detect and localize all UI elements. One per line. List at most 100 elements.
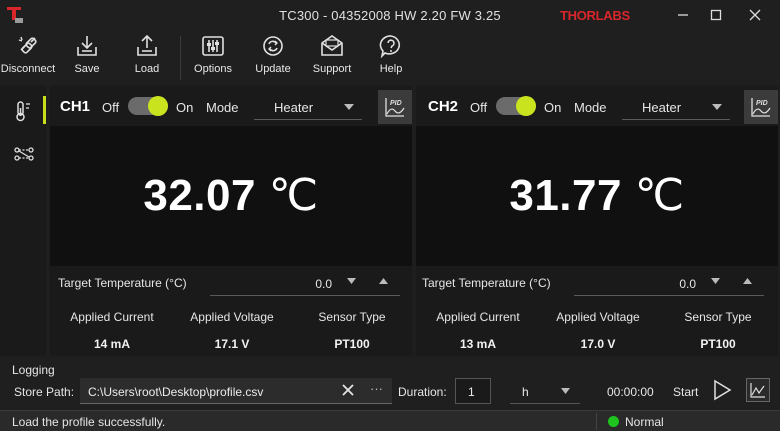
channel-2-target-label: Target Temperature (°C) (422, 276, 551, 290)
envelope-icon (321, 35, 343, 56)
update-button[interactable]: Update (250, 32, 296, 82)
channel-2-target-value: 0.0 (679, 277, 696, 291)
channel-1-sensor-label: Sensor Type (318, 310, 386, 324)
support-button[interactable]: Support (308, 32, 356, 82)
play-icon (714, 379, 732, 401)
nav-active-indicator (43, 96, 46, 124)
channel-1-name: CH1 (60, 98, 91, 115)
close-icon (749, 9, 761, 21)
chevron-down-icon (344, 104, 354, 110)
toggle-knob (148, 96, 168, 116)
channel-1-target-input[interactable]: 0.0 (210, 270, 400, 296)
disconnect-icon (18, 36, 37, 54)
load-button[interactable]: Load (126, 32, 168, 82)
channel-2-sensor-label: Sensor Type (684, 310, 752, 324)
channel-1-current-value: 14 mA (93, 337, 131, 351)
thermometer-icon (16, 101, 30, 122)
step-up-icon[interactable] (743, 278, 752, 284)
channel-2-temperature-value: 31.77 (509, 171, 622, 220)
channel-2-panel: CH2 Off On Mode Heater PID 31.77 ℃ Targe… (416, 86, 778, 356)
channel-1-temperature-unit: ℃ (268, 171, 319, 220)
channel-2-mode-value: Heater (642, 100, 682, 115)
duration-unit-value: h (522, 385, 529, 399)
channel-2-current: Applied Current 13 mA (418, 300, 538, 351)
store-path-input[interactable]: C:\Users\root\Desktop\profile.csv ··· (80, 378, 392, 404)
close-button[interactable] (740, 4, 770, 26)
help-button[interactable]: Help (370, 32, 412, 82)
maximize-icon (710, 9, 722, 21)
status-separator (596, 413, 597, 430)
title-bar: TC300 - 04352008 HW 2.20 FW 3.25 THORLAB… (0, 0, 780, 30)
step-up-icon[interactable] (379, 278, 388, 284)
channel-2-enable-toggle[interactable] (496, 96, 536, 116)
duration-label: Duration: (398, 385, 447, 399)
channel-2-current-value: 13 mA (459, 337, 497, 351)
save-label: Save (74, 63, 100, 75)
channel-2-name: CH2 (428, 98, 459, 115)
channel-1-voltage-value: 17.1 V (214, 337, 250, 351)
channel-1-pid-button[interactable]: PID (378, 90, 412, 124)
channel-1-enable-toggle[interactable] (128, 96, 168, 116)
clear-icon[interactable] (342, 384, 354, 396)
update-icon (263, 36, 283, 56)
help-label: Help (379, 63, 403, 75)
channel-1-target-label: Target Temperature (°C) (58, 276, 187, 290)
store-path-label: Store Path: (14, 385, 75, 399)
disconnect-button[interactable]: Disconnect (0, 32, 56, 82)
channel-1-target-value: 0.0 (315, 277, 332, 291)
duration-unit-select[interactable]: h (510, 378, 580, 404)
chevron-down-icon (561, 388, 570, 394)
channel-1-mode-label: Mode (206, 100, 239, 115)
nav-item-settings[interactable] (0, 134, 46, 174)
channel-2-mode-label: Mode (574, 100, 607, 115)
channel-1-voltage: Applied Voltage 17.1 V (172, 300, 292, 351)
channel-2-temperature: 31.77 ℃ (416, 170, 778, 221)
pid-chart-icon: PID (385, 98, 405, 117)
update-label: Update (255, 63, 291, 75)
channel-1-current: Applied Current 14 mA (52, 300, 172, 351)
chevron-down-icon (712, 104, 722, 110)
channel-1-mode-select[interactable]: Heater (254, 94, 362, 120)
start-button[interactable] (710, 378, 734, 402)
minimize-button[interactable] (668, 4, 698, 26)
support-label: Support (312, 63, 352, 75)
nav-item-temperature[interactable] (0, 90, 46, 130)
brand-logo: THORLABS (560, 8, 630, 23)
disconnect-label: Disconnect (0, 63, 56, 75)
channel-1-sensor-value: PT100 (334, 337, 370, 351)
minimize-icon (678, 14, 688, 16)
channel-1-target-row: Target Temperature (°C) 0.0 (50, 266, 412, 300)
channel-1-header: CH1 Off On Mode Heater PID (50, 86, 412, 126)
save-icon (77, 36, 97, 56)
step-down-icon[interactable] (711, 278, 720, 284)
channel-1-current-label: Applied Current (70, 310, 154, 324)
channel-2-sensor: Sensor Type PT100 (658, 300, 778, 351)
step-down-icon[interactable] (347, 278, 356, 284)
channel-1-voltage-label: Applied Voltage (190, 310, 274, 324)
channel-2-sensor-value: PT100 (700, 337, 736, 351)
help-icon (379, 35, 401, 58)
options-label: Options (194, 63, 232, 75)
channel-1-temperature-value: 32.07 (143, 171, 256, 220)
chart-button[interactable] (746, 378, 770, 402)
channel-1-temperature: 32.07 ℃ (50, 170, 412, 221)
status-indicator-icon (608, 416, 619, 427)
window-title: TC300 - 04352008 HW 2.20 FW 3.25 (279, 8, 501, 23)
load-label: Load (134, 63, 160, 75)
channel-2-target-input[interactable]: 0.0 (574, 270, 764, 296)
channel-2-pid-button[interactable]: PID (744, 90, 778, 124)
channel-2-mode-select[interactable]: Heater (622, 94, 730, 120)
svg-text:PID: PID (756, 100, 768, 107)
channel-2-voltage-label: Applied Voltage (556, 310, 640, 324)
left-nav (0, 86, 46, 356)
save-button[interactable]: Save (66, 32, 108, 82)
options-button[interactable]: Options (190, 32, 236, 82)
status-bar: Load the profile successfully. Normal (0, 410, 780, 431)
duration-input[interactable]: 1 (455, 378, 491, 404)
load-icon (137, 34, 157, 56)
connection-icon (14, 147, 34, 161)
browse-button[interactable]: ··· (370, 381, 383, 396)
channel-2-current-label: Applied Current (436, 310, 520, 324)
maximize-button[interactable] (701, 4, 731, 26)
status-state: Normal (625, 415, 664, 429)
